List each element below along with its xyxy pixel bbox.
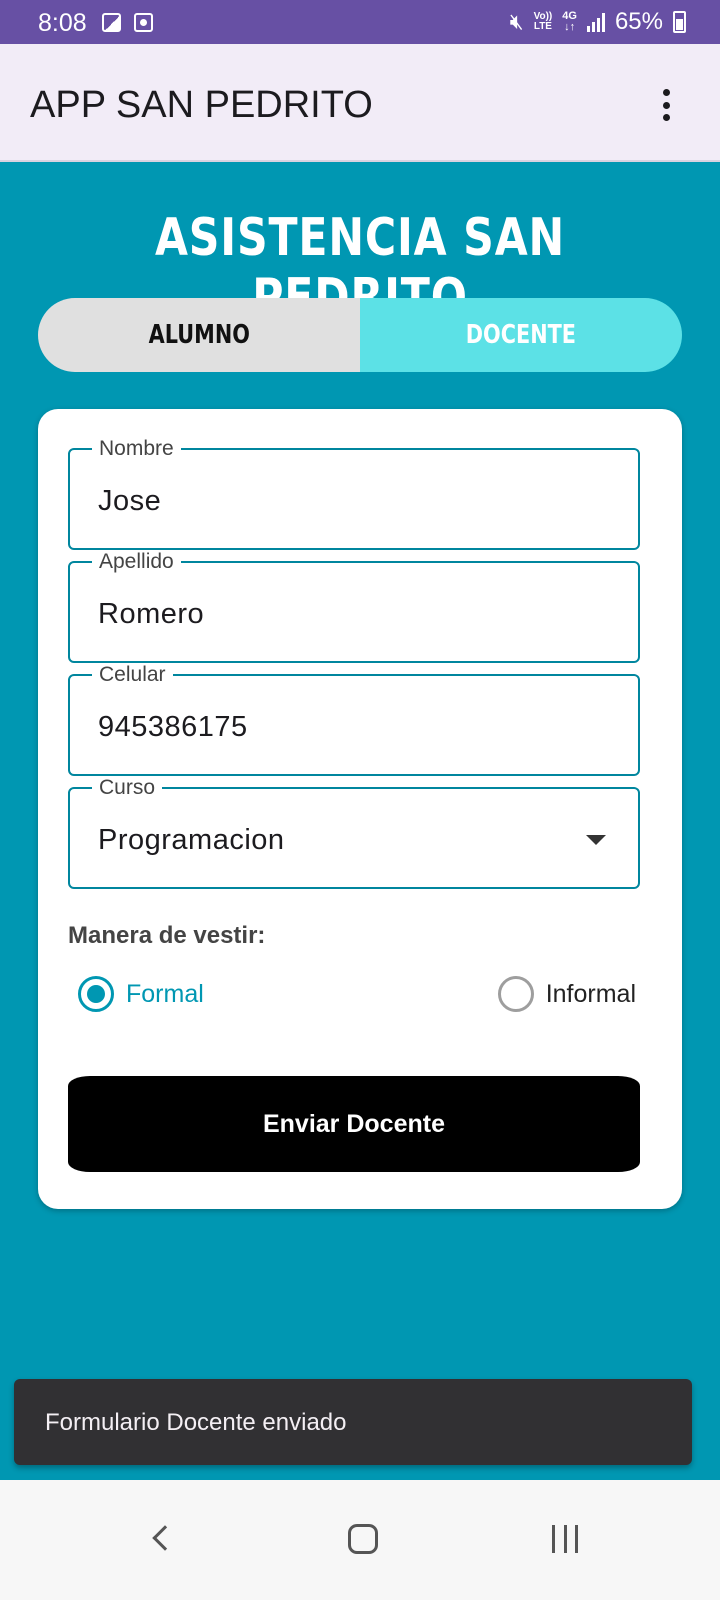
celular-field[interactable]: Celular 945386175: [68, 663, 640, 776]
radio-informal[interactable]: Informal: [497, 976, 636, 1012]
back-icon: [152, 1525, 178, 1551]
snackbar: Formulario Docente enviado: [14, 1379, 692, 1465]
screen-record-icon: [134, 13, 153, 32]
battery-icon: [673, 11, 686, 33]
curso-dropdown[interactable]: Curso Programacion: [68, 776, 640, 889]
dropdown-arrow-icon: [586, 835, 606, 845]
network-type: 4G: [562, 10, 577, 22]
app-title: APP SAN PEDRITO: [30, 84, 373, 126]
form-card: Nombre Jose Apellido Romero Celular 9453…: [38, 409, 682, 1209]
apellido-field[interactable]: Apellido Romero: [68, 550, 640, 663]
curso-value: Programacion: [98, 824, 285, 856]
dress-label: Manera de vestir:: [68, 922, 266, 949]
celular-value: 945386175: [98, 711, 248, 743]
nombre-value: Jose: [98, 485, 162, 517]
gallery-icon: [102, 13, 121, 32]
radio-informal-label: Informal: [545, 979, 636, 1008]
volte-text-bottom: LTE: [533, 21, 552, 32]
apellido-value: Romero: [98, 598, 205, 630]
snackbar-message: Formulario Docente enviado: [45, 1409, 347, 1436]
back-button[interactable]: [132, 1510, 192, 1570]
curso-label: Curso: [92, 776, 163, 800]
celular-label: Celular: [92, 663, 173, 687]
recents-button[interactable]: [535, 1510, 595, 1570]
volte-icon: Vo)) LTE: [534, 12, 553, 32]
radio-formal-label: Formal: [126, 979, 204, 1008]
network-4g-icon: 4G ↓↑: [562, 10, 577, 33]
tab-docente-label: DOCENTE: [465, 320, 577, 350]
home-icon: [348, 1524, 378, 1554]
tab-docente[interactable]: DOCENTE: [360, 298, 682, 372]
submit-button[interactable]: Enviar Docente: [68, 1076, 640, 1172]
nombre-field[interactable]: Nombre Jose: [68, 437, 640, 550]
recents-icon: [552, 1525, 578, 1553]
role-toggle: ALUMNO DOCENTE: [38, 298, 682, 372]
tab-alumno-label: ALUMNO: [148, 320, 250, 350]
home-button[interactable]: [333, 1510, 393, 1570]
status-bar: 8:08 🔇︎ Vo)) LTE 4G ↓↑ 65%: [0, 0, 720, 44]
signal-icon: [586, 12, 605, 32]
mute-icon: 🔇︎: [509, 9, 524, 34]
app-bar: APP SAN PEDRITO: [0, 44, 720, 162]
radio-checked-icon: [78, 976, 114, 1012]
status-time: 8:08: [38, 9, 87, 37]
nav-bar: [0, 1480, 720, 1600]
nombre-label: Nombre: [92, 437, 181, 461]
radio-formal[interactable]: Formal: [78, 976, 204, 1012]
tab-alumno[interactable]: ALUMNO: [38, 298, 360, 372]
battery-percent: 65%: [614, 8, 663, 35]
apellido-label: Apellido: [92, 550, 181, 574]
radio-unchecked-icon: [497, 976, 534, 1012]
more-vert-icon[interactable]: [660, 89, 672, 121]
